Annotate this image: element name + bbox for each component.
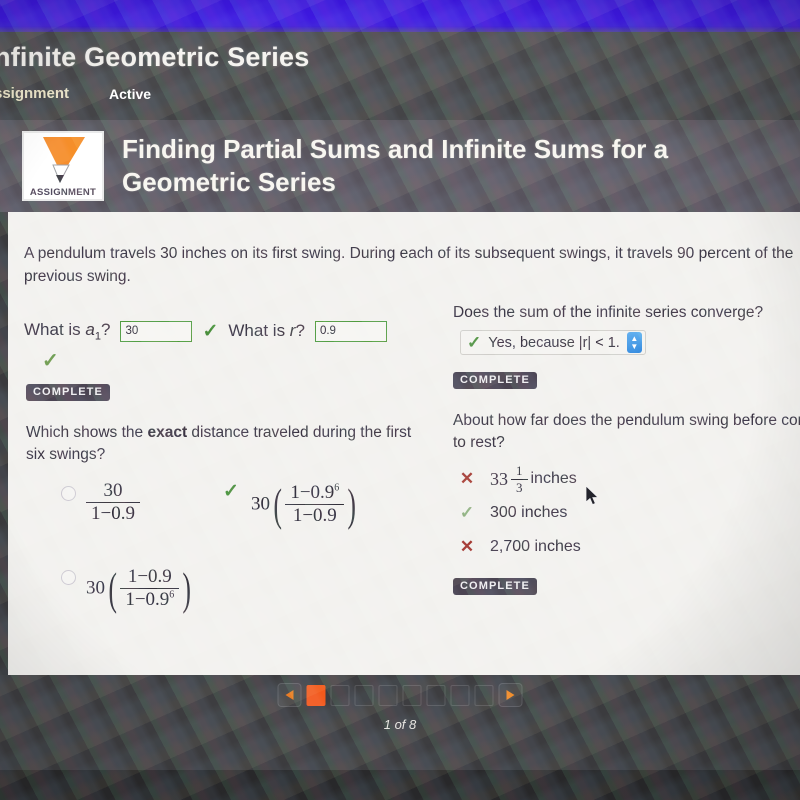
incorrect-x-icon: ✕ [459,469,475,488]
option-a-expression[interactable]: 30 1−0.9 [86,480,140,525]
converge-select[interactable]: ✓ Yes, because |r| < 1. ▲ ▼ [460,330,646,355]
option-c-radio[interactable] [61,570,76,585]
question-total-distance: About how far does the pendulum swing be… [453,412,800,451]
page-square-2[interactable] [330,684,350,706]
answer-text: 300 inches [490,504,568,521]
page-square-7[interactable] [450,684,470,706]
page-square-4[interactable] [378,684,398,706]
question-a1-r: What is a1? ✓ What is r? [24,320,387,342]
incorrect-x-icon: ✕ [459,537,475,556]
option-a-denominator: 1−0.9 [86,502,140,525]
page-indicator-label: 1 of 8 [383,717,417,732]
triangle-right-icon [506,690,515,700]
answer-text: 2,700 inches [490,538,581,555]
option-b-correct-check-icon: ✓ [223,481,239,502]
assignment-badge: ASSIGNMENT [22,131,104,201]
mouse-cursor-icon [586,486,599,506]
top-violet-band [0,0,800,32]
answer-row[interactable]: ✓ 300 inches [458,496,798,530]
next-page-button[interactable] [498,683,523,707]
question-exact-distance: Which shows the exact distance traveled … [26,424,412,463]
left-paren-icon: ( [108,563,117,614]
pencil-icon [37,137,85,184]
pagination [277,683,523,707]
page-squares [306,684,494,706]
question-converge: Does the sum of the infinite series conv… [453,304,764,321]
complete-badge-q2: COMPLETE [453,372,537,389]
content-panel: A pendulum travels 30 inches on its firs… [8,212,800,675]
chrome-tabs: ssignment Active [0,85,151,102]
correct-check-icon: ✓ [459,503,475,522]
tab-assignment[interactable]: ssignment [0,85,69,102]
option-a-radio[interactable] [61,486,76,501]
triangle-left-icon [285,690,294,700]
answer-row[interactable]: ✕ 33 1 3 inches [458,462,798,496]
page-square-1[interactable] [306,684,326,706]
a1-input[interactable] [120,320,193,342]
converge-selected-value: Yes, because |r| < 1. [488,334,620,351]
page-square-5[interactable] [402,684,422,706]
left-paren-icon: ( [273,479,282,530]
assignment-header: ASSIGNMENT Finding Partial Sums and Infi… [0,120,800,212]
label-a1: What is a1? [24,320,111,343]
complete-badge-q1: COMPLETE [26,384,110,401]
option-c-expression[interactable]: 30( 1−0.9 1−0.96 ) [86,562,195,615]
total-distance-answers: ✕ 33 1 3 inches ✓ 300 inches ✕ 2,700 inc… [458,462,798,564]
footer: 1 of 8 [0,675,800,770]
complete-badge-q4: COMPLETE [453,578,537,595]
option-a-numerator: 30 [103,480,123,501]
assignment-badge-label: ASSIGNMENT [29,187,97,198]
page-square-3[interactable] [354,684,374,706]
prev-page-button[interactable] [277,683,302,707]
r-input[interactable] [314,320,387,342]
tab-active[interactable]: Active [109,86,151,102]
option-c-numerator: 1−0.9 [127,566,172,587]
option-c-coefficient: 30 [86,577,105,599]
right-paren-icon: ) [182,563,192,614]
course-title: nfinite Geometric Series [0,42,310,72]
answer-mixed-number: 33 1 3 inches [490,462,577,495]
converge-correct-check-icon: ✓ [467,332,482,352]
assignment-title: Finding Partial Sums and Infinite Sums f… [122,133,669,197]
option-b-expression[interactable]: 30( 1−0.96 1−0.9 ) [251,478,360,531]
screen-photo: nfinite Geometric Series ssignment Activ… [0,0,800,800]
option-b-denominator: 1−0.9 [285,504,345,527]
page-square-6[interactable] [426,684,446,706]
right-paren-icon: ) [347,479,357,530]
option-b-numerator: 1−0.96 [290,482,340,503]
bottom-bezel [0,770,800,800]
stepper-updown-icon[interactable]: ▲ ▼ [626,332,642,353]
a1-correct-check-icon: ✓ [202,320,219,342]
problem-prompt: A pendulum travels 30 inches on its firs… [24,245,794,286]
option-c-denominator: 1−0.96 [120,588,180,611]
answer-row[interactable]: ✕ 2,700 inches [458,530,798,564]
option-b-coefficient: 30 [251,493,270,515]
page-square-8[interactable] [474,684,494,706]
q1-submitted-check-icon: ✓ [42,350,59,372]
label-r: What is r? [228,321,305,341]
